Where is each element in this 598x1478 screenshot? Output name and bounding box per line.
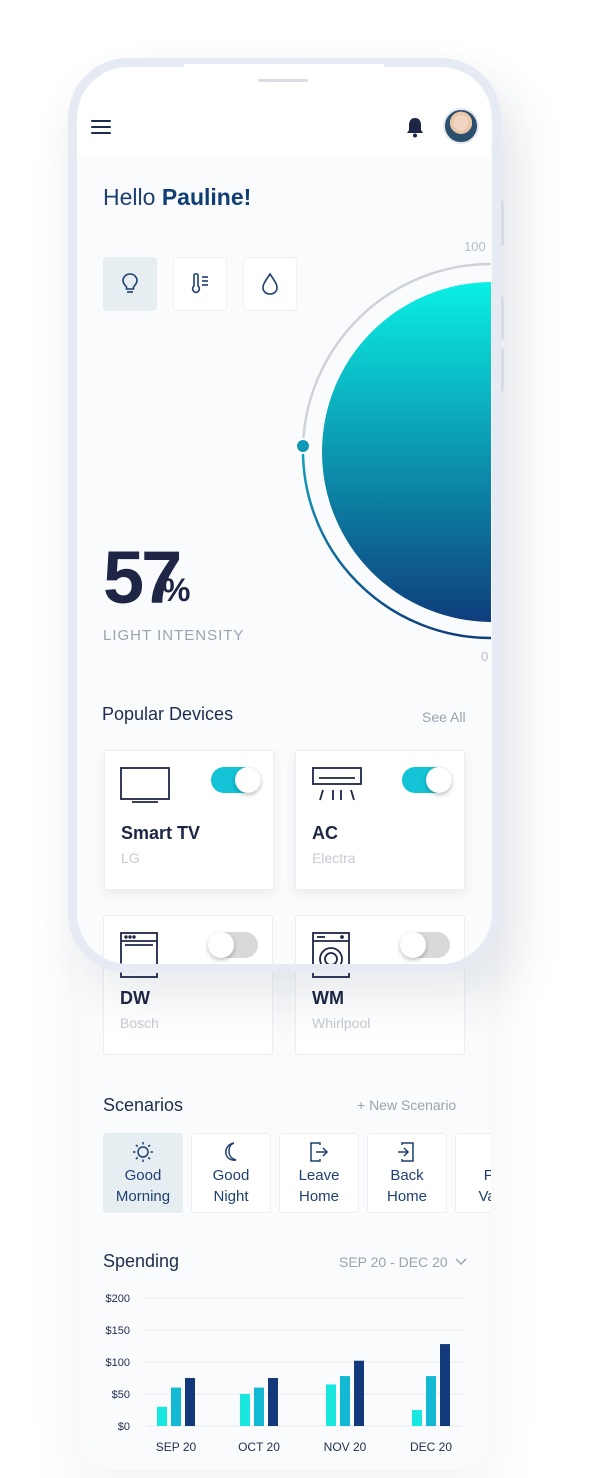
device-name: DW [120, 988, 150, 1008]
device-card-dw[interactable]: DW Bosch [103, 915, 273, 1055]
device-card-wm[interactable]: WM Whirlpool [295, 915, 465, 1055]
see-all-link[interactable]: See All [422, 709, 466, 725]
intensity-label: LIGHT INTENSITY [103, 627, 245, 644]
device-card-smart-tv[interactable]: Smart TV LG [104, 750, 274, 890]
scenario-label: Far Vaca [478, 1167, 491, 1205]
new-scenario-button[interactable]: + New Scenario [357, 1097, 456, 1113]
light-intensity-gauge[interactable] [280, 230, 500, 670]
phone-side-button [500, 296, 504, 340]
x-tick-label: NOV 20 [324, 1440, 367, 1454]
scenario-far-vacation[interactable]: Far Vaca [455, 1133, 491, 1213]
chevron-down-icon [455, 1258, 467, 1266]
scenario-list[interactable]: Good Morning Good Night Leave Home Back … [103, 1133, 491, 1213]
device-name: Smart TV [121, 823, 201, 843]
x-tick-label: SEP 20 [156, 1440, 197, 1454]
chart-bar [240, 1394, 250, 1426]
greeting: Hello Pauline! [103, 184, 251, 211]
chart-bar [340, 1376, 350, 1426]
gauge-min-label: 0 [481, 649, 489, 664]
avatar[interactable] [443, 108, 479, 144]
scenario-label: Back Home [386, 1167, 427, 1205]
intensity-unit: % [162, 572, 191, 608]
light-sphere [322, 282, 491, 622]
scenario-label: Good Morning [115, 1167, 171, 1205]
light-mode-button[interactable] [103, 257, 157, 311]
temperature-mode-button[interactable] [173, 257, 227, 311]
exit-icon [310, 1142, 329, 1162]
droplet-icon [262, 272, 278, 295]
y-tick-label: $200 [106, 1293, 130, 1305]
popular-devices-title: Popular Devices [102, 704, 234, 724]
sun-icon [133, 1142, 153, 1162]
date-range-dropdown[interactable]: SEP 20 - DEC 20 [339, 1254, 468, 1270]
air-conditioner-icon [312, 767, 362, 801]
greeting-prefix: Hello [103, 184, 156, 210]
device-power-toggle[interactable] [211, 767, 261, 793]
washing-machine-icon [312, 932, 350, 978]
dishwasher-icon [120, 932, 158, 978]
enter-icon [398, 1142, 414, 1162]
device-brand: Bosch [120, 1015, 159, 1031]
device-power-toggle[interactable] [402, 767, 452, 793]
thermometer-icon [191, 273, 208, 294]
chart-bar [354, 1360, 364, 1426]
scenarios-title: Scenarios [103, 1095, 184, 1115]
phone-side-button [500, 348, 504, 392]
scenario-leave-home[interactable]: Leave Home [279, 1133, 359, 1213]
chart-bar [171, 1387, 181, 1426]
device-power-toggle[interactable] [400, 932, 450, 958]
scenario-good-morning[interactable]: Good Morning [103, 1133, 183, 1213]
lightbulb-icon [122, 273, 138, 293]
chart-bar [268, 1378, 278, 1426]
phone-notch [184, 64, 384, 102]
x-tick-label: DEC 20 [410, 1440, 452, 1454]
y-tick-label: $150 [106, 1325, 130, 1337]
scenario-good-night[interactable]: Good Night [191, 1133, 271, 1213]
chart-bar [157, 1406, 167, 1426]
chart-bar [326, 1384, 336, 1426]
chart-bar [412, 1410, 422, 1426]
scenario-label: Leave Home [298, 1167, 340, 1205]
x-tick-label: OCT 20 [238, 1440, 280, 1454]
chart-bar [440, 1344, 450, 1426]
device-name: WM [312, 988, 344, 1008]
y-tick-label: $50 [112, 1389, 130, 1401]
hamburger-menu-icon[interactable] [91, 120, 111, 134]
device-power-toggle[interactable] [208, 932, 258, 958]
chart-bar [254, 1387, 264, 1426]
device-card-ac[interactable]: AC Electra [295, 750, 465, 890]
device-brand: Electra [312, 850, 356, 866]
chart-bar [185, 1378, 195, 1426]
device-brand: LG [121, 850, 140, 866]
vacation-icon [484, 1141, 491, 1163]
notification-bell-icon[interactable] [405, 116, 425, 138]
greeting-user-name: Pauline! [161, 184, 252, 210]
spending-title: Spending [103, 1251, 180, 1271]
device-name: AC [312, 823, 338, 843]
y-tick-label: $0 [118, 1421, 130, 1433]
gauge-max-label: 100 [464, 239, 486, 254]
tv-icon [120, 767, 170, 803]
date-range-value: SEP 20 - DEC 20 [339, 1254, 448, 1270]
scenario-back-home[interactable]: Back Home [367, 1133, 447, 1213]
spending-chart: $200 $150 $100 $50 $0 SEP 20 OCT 20 NOV 20 DEC 2… [106, 1293, 462, 1454]
chart-bar [426, 1376, 436, 1426]
phone-speaker [258, 79, 308, 82]
moon-icon [225, 1142, 237, 1161]
scenario-label: Good Night [212, 1167, 250, 1205]
phone-side-button [500, 200, 504, 246]
device-brand: Whirlpool [312, 1015, 371, 1031]
y-tick-label: $100 [106, 1357, 130, 1369]
gauge-handle[interactable] [295, 438, 311, 454]
